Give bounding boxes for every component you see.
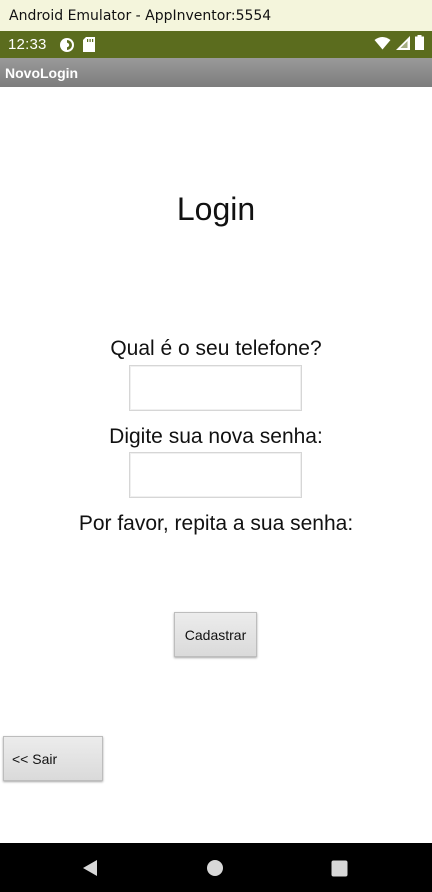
sync-icon: [59, 37, 75, 53]
register-button[interactable]: Cadastrar: [174, 612, 257, 657]
app-bar: NovoLogin: [0, 58, 432, 87]
cell-signal-icon: [396, 35, 410, 54]
recents-icon[interactable]: [330, 859, 348, 877]
wifi-icon: [374, 36, 391, 54]
window-title: Android Emulator - AppInventor:5554: [9, 7, 272, 24]
navigation-bar: [0, 843, 432, 892]
new-password-input[interactable]: [129, 452, 302, 498]
new-password-label: Digite sua nova senha:: [109, 425, 323, 448]
status-time: 12:33: [8, 36, 47, 53]
battery-icon: [415, 35, 424, 54]
back-icon[interactable]: [81, 859, 99, 877]
window-titlebar: Android Emulator - AppInventor:5554: [0, 0, 432, 31]
exit-button[interactable]: << Sair: [3, 736, 103, 781]
repeat-password-label: Por favor, repita a sua senha:: [78, 512, 354, 535]
app-title: NovoLogin: [5, 64, 79, 81]
phone-input[interactable]: [129, 365, 302, 411]
screen-content: Login Qual é o seu telefone? Digite sua …: [0, 87, 432, 843]
sd-card-icon: [82, 37, 95, 52]
home-icon[interactable]: [206, 859, 224, 877]
page-title: Login: [176, 191, 256, 227]
status-bar: 12:33: [0, 31, 432, 58]
phone-label: Qual é o seu telefone?: [110, 337, 322, 360]
